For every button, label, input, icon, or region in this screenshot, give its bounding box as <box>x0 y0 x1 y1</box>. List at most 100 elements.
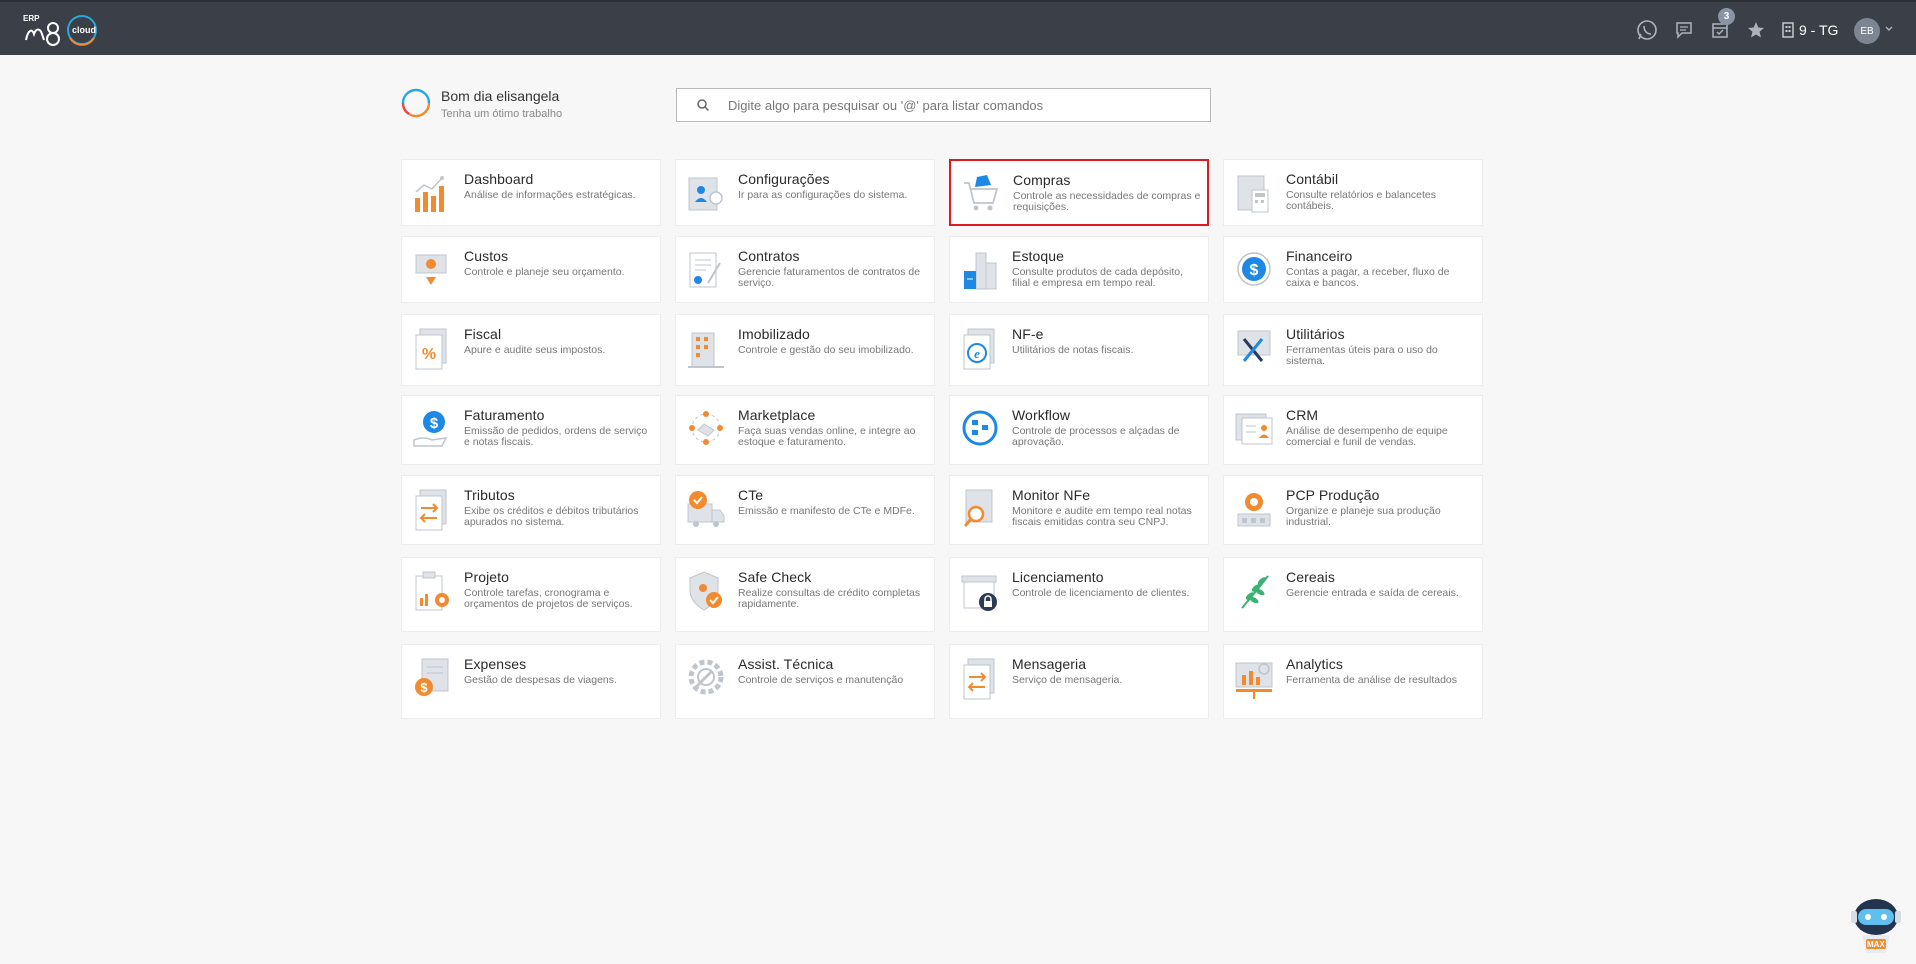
module-card-utilitarios[interactable]: Utilitários Ferramentas úteis para o uso … <box>1223 314 1483 386</box>
module-title: Financeiro <box>1286 248 1353 264</box>
project-clipboard-icon <box>415 571 449 611</box>
module-description: Gerencie entrada e saída de cereais. <box>1286 587 1459 599</box>
whatsapp-icon[interactable] <box>1634 17 1660 43</box>
module-card-faturamento[interactable]: $ Faturamento Emissão de pedidos, ordens d… <box>401 395 661 465</box>
module-card-projeto[interactable]: Projeto Controle tarefas, cronograma e or… <box>401 557 661 632</box>
module-title: Safe Check <box>738 569 812 585</box>
module-description: Consulte produtos de cada depósito, fili… <box>1012 266 1184 289</box>
module-card-configuracoes[interactable]: Configurações Ir para as configurações do… <box>675 159 935 226</box>
module-card-cereais[interactable]: Cereais Gerencie entrada e saída de cerea… <box>1223 557 1483 632</box>
module-card-expenses[interactable]: $ Expenses Gestão de despesas de viagens. <box>401 644 661 719</box>
svg-text:e: e <box>974 346 980 361</box>
module-title: Contábil <box>1286 171 1339 187</box>
greeting-logo-icon <box>401 88 431 118</box>
star-icon[interactable] <box>1743 17 1769 43</box>
company-selector[interactable]: 9 - TG <box>1782 19 1838 41</box>
module-card-workflow[interactable]: Workflow Controle de processos e alçadas … <box>949 395 1209 465</box>
license-lock-icon <box>961 575 997 611</box>
building-asset-icon <box>688 332 724 368</box>
module-description: Apure e audite seus impostos. <box>464 344 606 356</box>
module-card-estoque[interactable]: Estoque Consulte produtos de cada depósit… <box>949 236 1209 303</box>
module-card-licenciamento[interactable]: Licenciamento Controle de licenciamento d… <box>949 557 1209 632</box>
module-title: Analytics <box>1286 656 1343 672</box>
module-title: Workflow <box>1012 407 1071 423</box>
max-assistant-button[interactable]: MAX <box>1848 895 1904 957</box>
svg-text:$: $ <box>1250 262 1259 279</box>
module-title: Estoque <box>1012 248 1065 264</box>
module-card-fiscal[interactable]: % Fiscal Apure e audite seus impostos. <box>401 314 661 386</box>
module-card-analytics[interactable]: Analytics Ferramenta de análise de result… <box>1223 644 1483 719</box>
module-card-monitor-nfe[interactable]: Monitor NFe Monitore e audite em tempo re… <box>949 475 1209 545</box>
module-description: Gestão de despesas de viagens. <box>464 674 617 686</box>
module-title: Mensageria <box>1012 656 1087 672</box>
module-card-assist-tecnica[interactable]: Assist. Técnica Controle de serviços e ma… <box>675 644 935 719</box>
module-title: Tributos <box>464 487 515 503</box>
billing-hand-dollar-icon: $ <box>413 411 448 447</box>
module-description: Controle tarefas, cronograma e orçamento… <box>464 587 633 610</box>
notifications-badge[interactable]: 3 <box>1718 8 1735 25</box>
greeting-title: Bom dia elisangela <box>441 88 560 104</box>
module-card-financeiro[interactable]: $ Financeiro Contas a pagar, a receber, fl… <box>1223 236 1483 303</box>
module-card-mensageria[interactable]: Mensageria Serviço de mensageria. <box>949 644 1209 719</box>
module-description: Monitore e audite em tempo real notas fi… <box>1012 505 1192 528</box>
grain-leaf-icon <box>1241 575 1269 609</box>
analytics-screen-icon <box>1235 662 1273 699</box>
search-bar[interactable] <box>676 88 1211 122</box>
module-title: Compras <box>1013 172 1071 188</box>
module-card-custos[interactable]: Custos Controle e planeje seu orçamento. <box>401 236 661 303</box>
marketplace-handshake-icon <box>689 411 723 445</box>
shopping-cart-icon <box>964 175 999 211</box>
module-description: Utilitários de notas fiscais. <box>1012 344 1134 356</box>
invoice-e-icon: e <box>963 328 995 370</box>
module-card-cte[interactable]: CTe Emissão e manifesto de CTe e MDFe. <box>675 475 935 545</box>
module-card-safe-check[interactable]: Safe Check Realize consultas de crédito c… <box>675 557 935 632</box>
user-avatar[interactable]: EB <box>1854 18 1880 44</box>
module-card-dashboard[interactable]: Dashboard Análise de informações estratég… <box>401 159 661 226</box>
module-title: Licenciamento <box>1012 569 1104 585</box>
chevron-down-icon[interactable] <box>1885 25 1893 33</box>
search-input[interactable] <box>728 97 1198 113</box>
module-card-contratos[interactable]: Contratos Gerencie faturamentos de contra… <box>675 236 935 303</box>
assistant-label: MAX <box>1867 940 1885 949</box>
module-title: Marketplace <box>738 407 816 423</box>
module-title: Projeto <box>464 569 510 585</box>
module-description: Ferramenta de análise de resultados <box>1286 674 1458 686</box>
expenses-coin-icon: $ <box>415 658 449 696</box>
chat-icon[interactable] <box>1671 17 1697 43</box>
tax-percent-icon: % <box>415 328 447 370</box>
module-title: Configurações <box>738 171 830 187</box>
module-card-crm[interactable]: CRM Análise de desempenho de equipe comer… <box>1223 395 1483 465</box>
m8-cloud-logo[interactable]: ERP cloud <box>20 10 110 52</box>
module-card-tributos[interactable]: Tributos Exibe os créditos e débitos trib… <box>401 475 661 545</box>
module-title: PCP Produção <box>1286 487 1380 503</box>
tools-wrench-icon <box>1237 330 1271 362</box>
dashboard-chart-icon <box>415 176 444 212</box>
top-bar: ERP cloud 3 9 - TG EB <box>0 0 1916 55</box>
module-description: Controle de licenciamento de clientes. <box>1012 587 1190 599</box>
settings-profile-icon <box>688 177 723 211</box>
accounting-calculator-icon <box>1237 175 1269 213</box>
module-card-marketplace[interactable]: Marketplace Faça suas vendas online, e in… <box>675 395 935 465</box>
module-description: Contas a pagar, a receber, fluxo de caix… <box>1286 266 1450 289</box>
module-card-nf-e[interactable]: e NF-e Utilitários de notas fiscais. <box>949 314 1209 386</box>
module-description: Consulte relatórios e balancetes contábe… <box>1286 189 1437 212</box>
shield-check-icon <box>689 571 722 611</box>
module-card-contabil[interactable]: Contábil Consulte relatórios e balancetes… <box>1223 159 1483 226</box>
module-description: Controle de serviços e manutenção <box>738 674 904 686</box>
search-icon <box>697 99 710 112</box>
module-description: Exibe os créditos e débitos tributários … <box>464 505 639 528</box>
module-description: Emissão e manifesto de CTe e MDFe. <box>738 505 915 517</box>
module-card-imobilizado[interactable]: Imobilizado Controle e gestão do seu imob… <box>675 314 935 386</box>
module-card-pcp-producao[interactable]: PCP Produção Organize e planeje sua produ… <box>1223 475 1483 545</box>
module-title: Contratos <box>738 248 800 264</box>
taxes-arrows-icon <box>415 489 447 531</box>
tech-support-gear-icon <box>688 659 724 695</box>
svg-text:$: $ <box>430 415 439 432</box>
company-label: 9 - TG <box>1799 22 1839 38</box>
module-description: Análise de desempenho de equipe comercia… <box>1286 425 1448 448</box>
workflow-cycle-icon <box>962 410 998 446</box>
module-title: Expenses <box>464 656 527 672</box>
module-card-compras[interactable]: Compras Controle as necessidades de compr… <box>949 159 1209 226</box>
crm-contact-card-icon <box>1235 413 1273 445</box>
module-title: Dashboard <box>464 171 534 187</box>
